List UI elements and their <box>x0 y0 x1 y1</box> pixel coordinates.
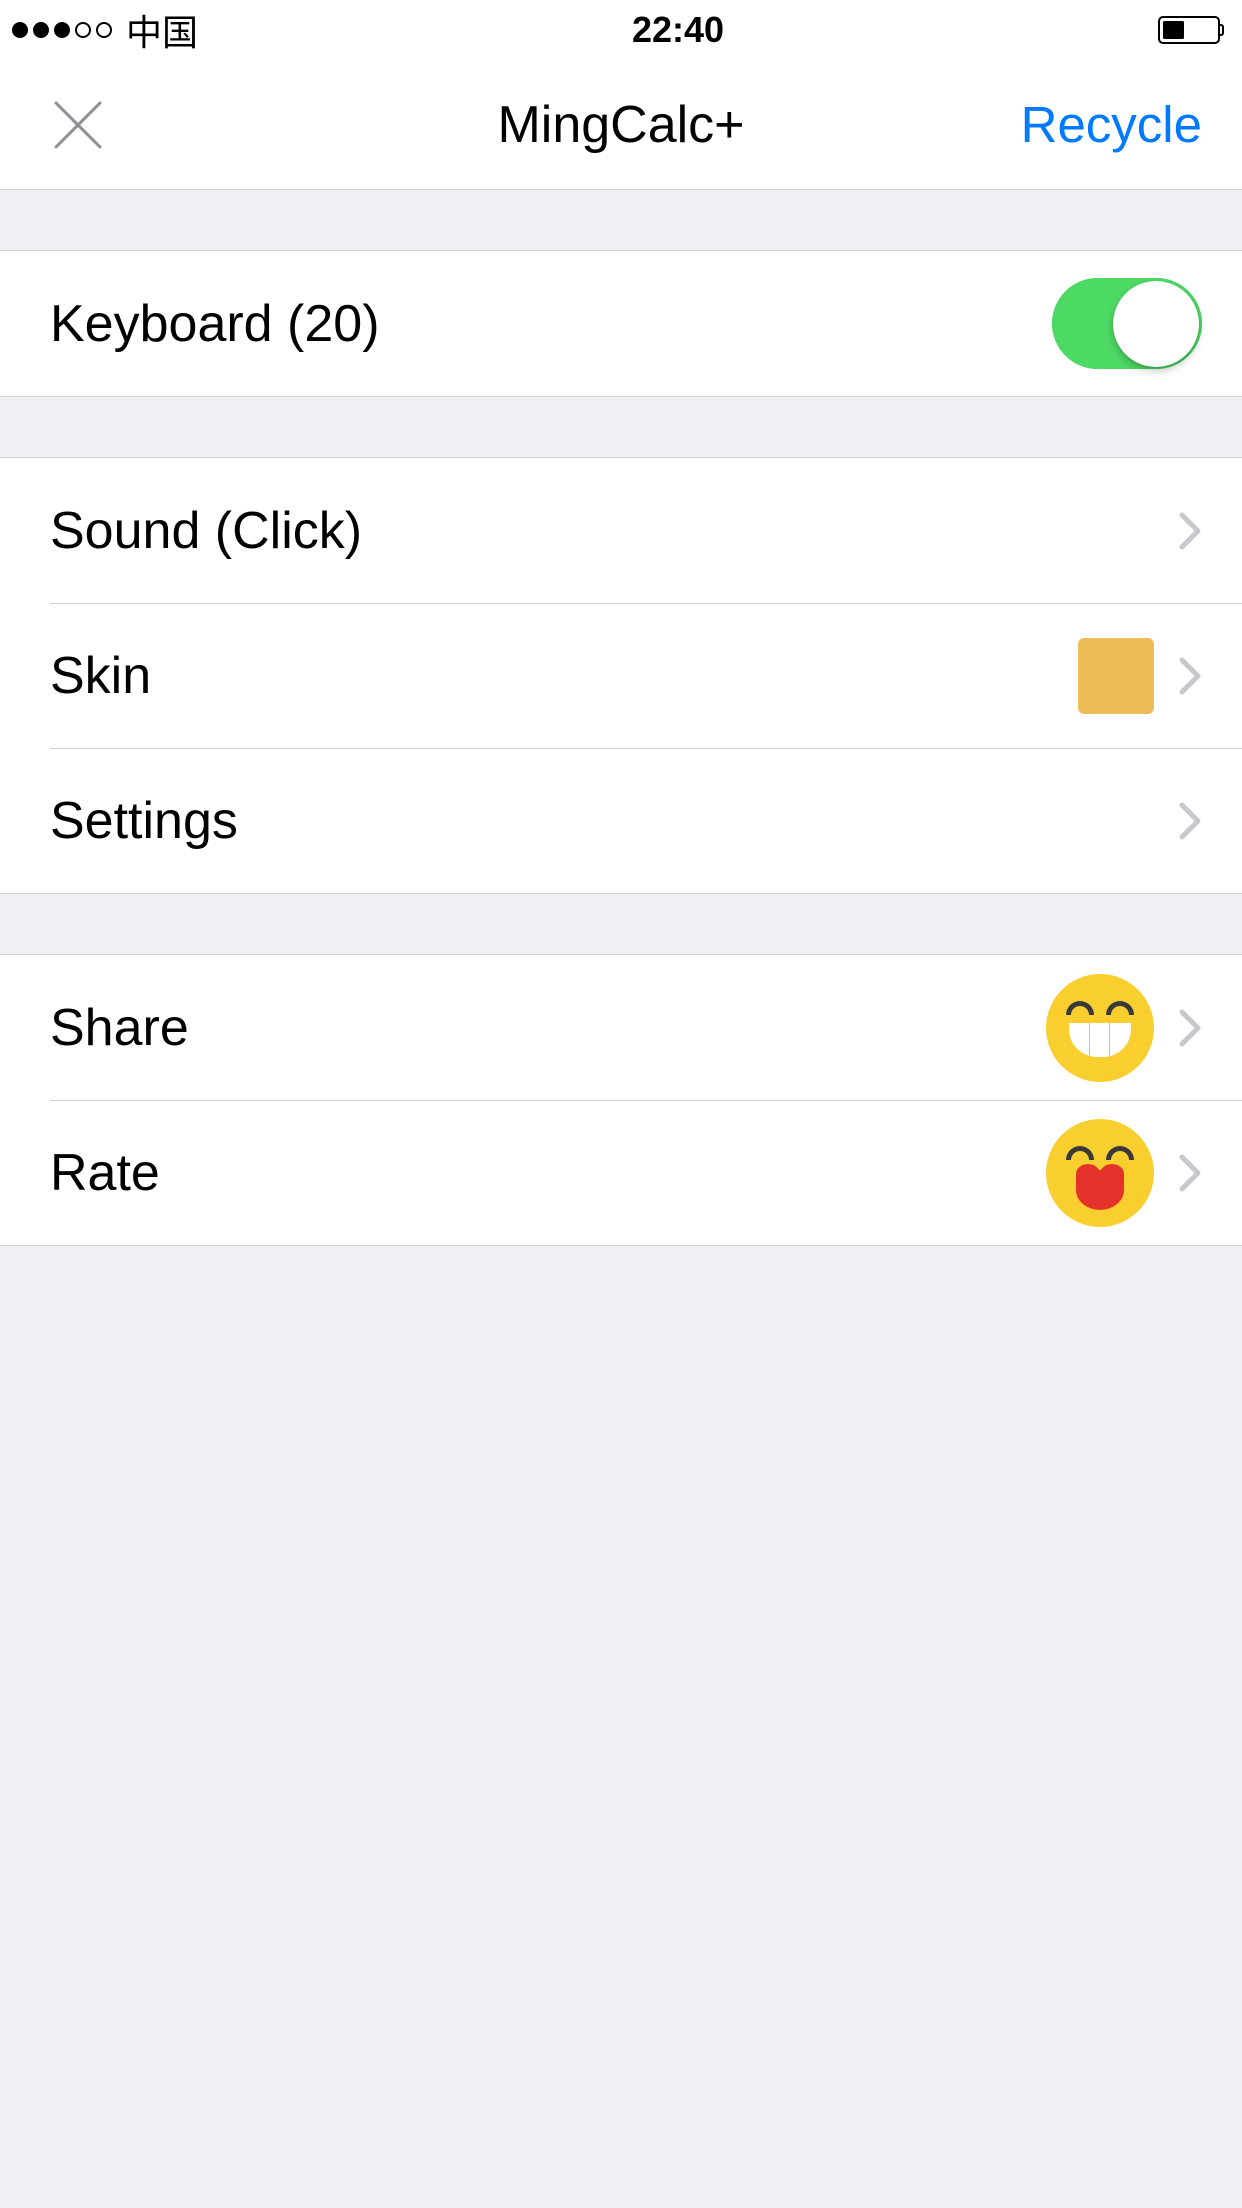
row-skin[interactable]: Skin <box>0 603 1242 748</box>
battery-icon <box>1158 16 1224 44</box>
close-button[interactable] <box>50 97 106 153</box>
row-keyboard: Keyboard (20) <box>0 251 1242 396</box>
skin-label: Skin <box>50 646 1078 706</box>
section-social: Share Rate <box>0 954 1242 1246</box>
rate-label: Rate <box>50 1143 1046 1203</box>
nav-bar: MingCalc+ Recycle <box>0 60 1242 190</box>
skin-color-swatch <box>1078 638 1154 714</box>
chevron-right-icon <box>1178 801 1202 841</box>
share-label: Share <box>50 998 1046 1058</box>
grin-emoji-icon <box>1046 974 1154 1082</box>
row-sound[interactable]: Sound (Click) <box>0 458 1242 603</box>
chevron-right-icon <box>1178 656 1202 696</box>
row-rate[interactable]: Rate <box>0 1100 1242 1245</box>
section-preferences: Sound (Click) Skin Settings <box>0 457 1242 894</box>
settings-label: Settings <box>50 791 1154 851</box>
carrier-label: 中国 <box>126 4 198 56</box>
recycle-button[interactable]: Recycle <box>1021 95 1202 154</box>
kiss-emoji-icon <box>1046 1119 1154 1227</box>
signal-strength-icon <box>12 22 112 38</box>
keyboard-toggle[interactable] <box>1052 278 1202 369</box>
chevron-right-icon <box>1178 1008 1202 1048</box>
keyboard-label: Keyboard (20) <box>50 294 1052 354</box>
chevron-right-icon <box>1178 1153 1202 1193</box>
page-title: MingCalc+ <box>497 95 744 155</box>
sound-label: Sound (Click) <box>50 501 1154 561</box>
row-share[interactable]: Share <box>0 955 1242 1100</box>
close-icon <box>50 97 106 153</box>
section-keyboard: Keyboard (20) <box>0 250 1242 397</box>
status-bar: 中国 22:40 <box>0 0 1242 60</box>
chevron-right-icon <box>1178 511 1202 551</box>
status-left: 中国 <box>12 4 198 56</box>
status-time: 22:40 <box>632 9 724 51</box>
row-settings[interactable]: Settings <box>0 748 1242 893</box>
